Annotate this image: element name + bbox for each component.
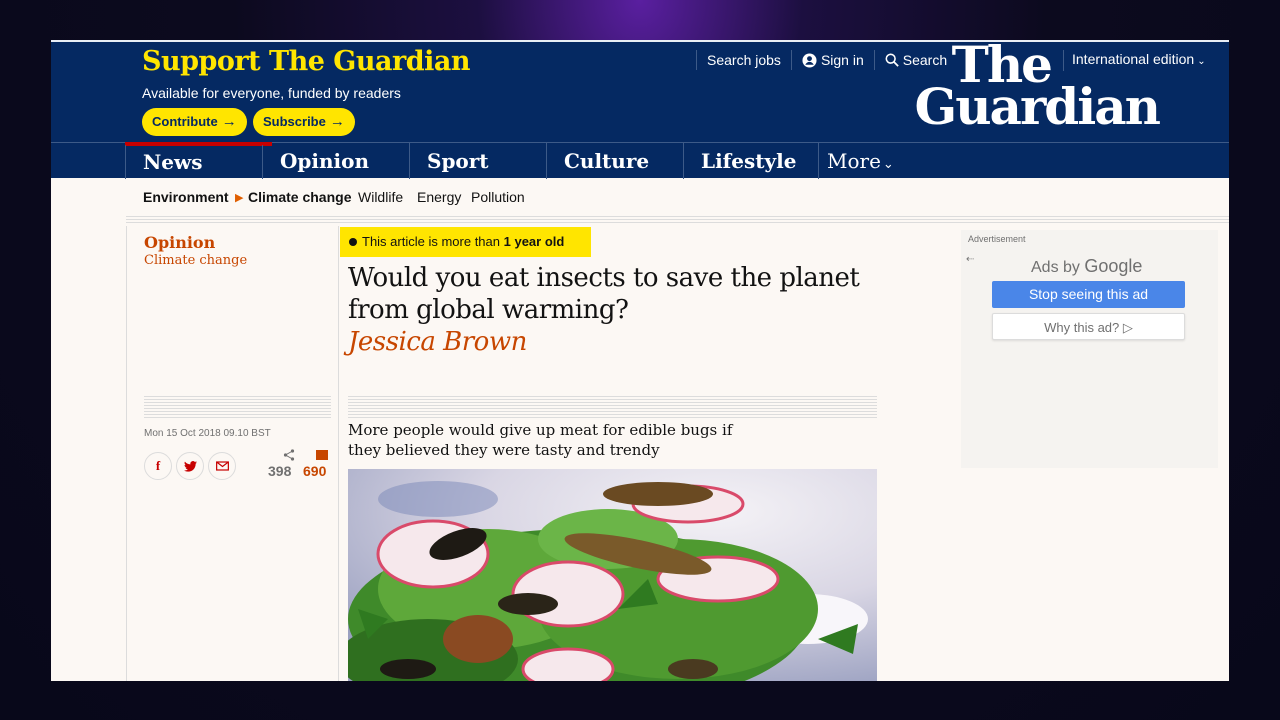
nav-lifestyle-label: Lifestyle [701, 149, 797, 173]
share-icon [283, 449, 295, 461]
share-email-button[interactable] [208, 452, 236, 480]
email-icon [215, 461, 229, 471]
age-badge-prefix: This article is more than [362, 234, 500, 249]
publish-date: Mon 15 Oct 2018 09.10 BST [144, 428, 271, 439]
subscribe-label: Subscribe [263, 114, 326, 129]
share-count: 398 [268, 463, 292, 479]
primary-nav: News Opinion Sport Culture Lifestyle Mor… [51, 142, 1229, 179]
nav-active-indicator [125, 142, 272, 145]
nav-sport[interactable]: Sport [409, 143, 546, 179]
chevron-down-icon: ⌄ [1197, 56, 1206, 67]
triangle-right-icon: ▶ [235, 192, 244, 204]
masthead: Support The Guardian Available for every… [51, 40, 1229, 142]
user-icon [802, 52, 817, 68]
ad-label: Advertisement [968, 234, 1026, 244]
search-jobs-label: Search jobs [707, 52, 781, 68]
nav-news-label: News [143, 150, 203, 174]
age-badge-bold: 1 year old [503, 234, 565, 249]
section-divider [126, 216, 1229, 223]
ads-by-brand: Google [1084, 256, 1143, 276]
logo-line-2: Guardian [914, 77, 1161, 136]
nav-opinion[interactable]: Opinion [262, 143, 409, 179]
article-standfirst: More people would give up meat for edibl… [348, 421, 733, 459]
insect-salad-photo [348, 469, 877, 681]
twitter-icon [183, 460, 197, 472]
article-meta-column: Opinion Climate change Mon 15 Oct 2018 0… [126, 226, 339, 681]
nav-opinion-label: Opinion [280, 149, 370, 173]
share-twitter-button[interactable] [176, 452, 204, 480]
contribute-button[interactable]: Contribute → [142, 108, 247, 136]
pillar-label[interactable]: Opinion [144, 233, 215, 252]
nav-culture[interactable]: Culture [546, 143, 683, 179]
nav-more[interactable]: More ⌄ [818, 143, 938, 179]
nav-culture-label: Culture [564, 149, 650, 173]
article-age-badge: This article is more than 1 year old [340, 227, 591, 257]
search-jobs-link[interactable]: Search jobs [696, 50, 791, 70]
series-label[interactable]: Climate change [144, 253, 247, 268]
nav-lifestyle[interactable]: Lifestyle [683, 143, 820, 179]
nav-news[interactable]: News [125, 143, 272, 179]
subnav-energy[interactable]: Energy [417, 189, 461, 205]
subscribe-button[interactable]: Subscribe → [253, 108, 355, 136]
subnav-climate-change[interactable]: Climate change [248, 189, 351, 205]
why-this-ad-button[interactable]: Why this ad? ▷ [992, 313, 1185, 340]
nav-more-label: More [827, 149, 881, 173]
facebook-icon: f [155, 458, 161, 473]
support-subtitle: Available for everyone, funded by reader… [142, 85, 401, 101]
advertisement-panel: Advertisement ⇠ Ads by Google Stop seein… [961, 230, 1218, 468]
contribute-label: Contribute [152, 114, 218, 129]
browser-viewport: Support The Guardian Available for every… [51, 40, 1229, 681]
sub-navigation: Environment ▶ Climate change Wildlife En… [126, 178, 1229, 220]
clock-icon [349, 238, 357, 246]
sign-in-link[interactable]: Sign in [790, 50, 874, 70]
headline-divider [348, 396, 877, 420]
article-main-image [348, 469, 877, 681]
subnav-pollution[interactable]: Pollution [471, 189, 525, 205]
comment-icon [316, 450, 328, 460]
back-arrow-icon[interactable]: ⇠ [966, 254, 974, 265]
article-byline[interactable]: Jessica Brown [348, 327, 527, 357]
comment-count[interactable]: 690 [303, 463, 326, 479]
stop-seeing-ad-button[interactable]: Stop seeing this ad [992, 281, 1185, 308]
subnav-environment[interactable]: Environment [143, 189, 229, 205]
article-headline: Would you eat insects to save the planet… [348, 263, 860, 325]
support-title: Support The Guardian [142, 46, 470, 77]
meta-divider [144, 396, 331, 420]
nav-sport-label: Sport [427, 149, 489, 173]
guardian-logo[interactable]: The Guardian [899, 40, 1161, 132]
sign-in-label: Sign in [820, 52, 864, 68]
arrow-right-icon: → [221, 113, 237, 130]
ads-by-google: Ads by Google [1031, 256, 1142, 277]
ads-by-prefix: Ads by [1031, 259, 1080, 276]
arrow-right-icon: → [329, 113, 345, 130]
search-icon [885, 53, 899, 67]
chevron-down-icon: ⌄ [882, 157, 894, 172]
subnav-wildlife[interactable]: Wildlife [358, 189, 403, 205]
share-facebook-button[interactable]: f [144, 452, 172, 480]
